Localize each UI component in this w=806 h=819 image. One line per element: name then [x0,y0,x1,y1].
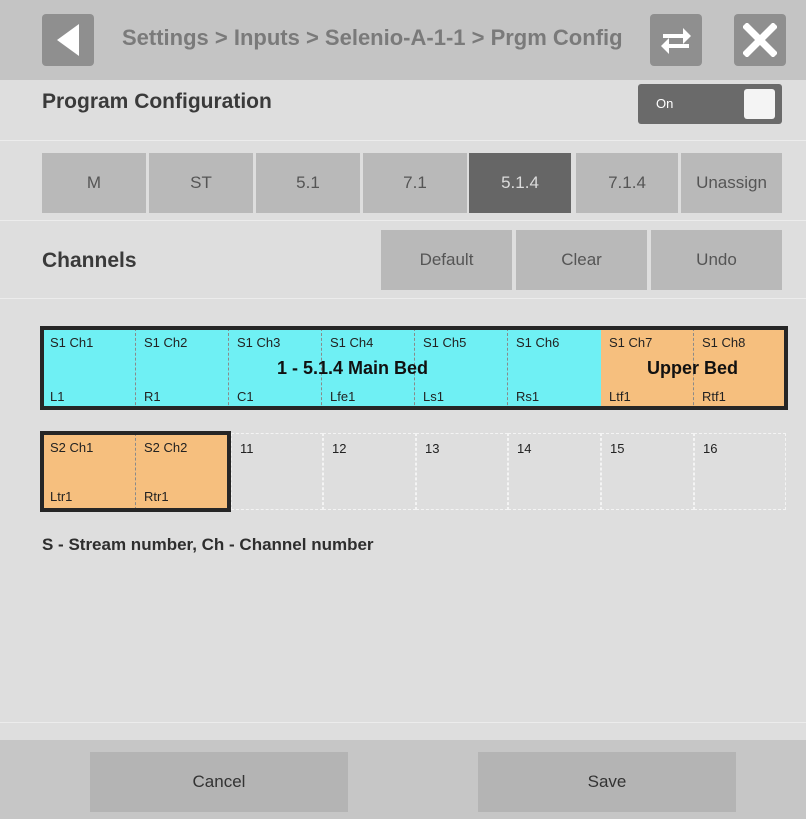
channel-label: R1 [144,389,161,404]
config-button-st[interactable]: ST [149,153,253,213]
cancel-button[interactable]: Cancel [90,752,348,812]
channel-label: Ltr1 [50,489,73,504]
config-button-unassign[interactable]: Unassign [681,153,782,213]
channel-cell-s1-ch2[interactable]: S1 Ch2 R1 [136,328,229,410]
channel-cell-s2-ch2[interactable]: S2 Ch2 Rtr1 [136,433,229,510]
config-button-5-1[interactable]: 5.1 [256,153,360,213]
channel-id: S2 Ch1 [50,440,94,455]
channel-number: 11 [240,441,254,456]
main-bed-label: 1 - 5.1.4 Main Bed [277,358,429,378]
channel-label: Ls1 [423,389,444,404]
divider [0,722,806,723]
toggle-label: On [656,96,674,111]
channel-id: S1 Ch1 [50,335,94,350]
config-button-7-1[interactable]: 7.1 [363,153,467,213]
channel-label: Rtr1 [144,489,169,504]
channel-label: L1 [50,389,65,404]
channel-id: S1 Ch5 [423,335,467,350]
channel-cell-12[interactable]: 12 [323,433,416,510]
channel-label: Lfe1 [330,389,356,404]
divider [0,298,806,299]
swap-button[interactable] [650,14,702,66]
channel-id: S2 Ch2 [144,440,188,455]
channel-cell-14[interactable]: 14 [508,433,601,510]
channel-label: Ltf1 [609,389,631,404]
config-button-7-1-4[interactable]: 7.1.4 [576,153,678,213]
channel-cell-s1-ch5[interactable]: S1 Ch5 Ls1 [415,328,508,410]
channel-cell-s1-ch1[interactable]: S1 Ch1 L1 [42,328,136,410]
channel-number: 12 [332,441,347,456]
divider [0,220,806,221]
channel-cell-11[interactable]: 11 [231,433,323,510]
config-button-m[interactable]: M [42,153,146,213]
channel-cell-s2-ch1[interactable]: S2 Ch1 Ltr1 [42,433,136,510]
config-button-5-1-4[interactable]: 5.1.4 [469,153,571,213]
save-button[interactable]: Save [478,752,736,812]
channel-cell-s1-ch6[interactable]: S1 Ch6 Rs1 [508,328,601,410]
channel-number: 14 [517,441,532,456]
channel-cell-13[interactable]: 13 [416,433,508,510]
channels-title: Channels [42,249,137,272]
toggle-knob [744,89,775,119]
channel-label: Rs1 [516,389,540,404]
channel-id: S1 Ch2 [144,335,188,350]
breadcrumb: Settings > Inputs > Selenio-A-1-1 > Prgm… [122,25,622,50]
close-button[interactable] [734,14,786,66]
clear-button[interactable]: Clear [516,230,647,290]
program-toggle[interactable]: On [638,84,782,124]
close-x-icon [743,23,777,57]
back-arrow-icon [57,24,79,56]
channel-number: 15 [610,441,625,456]
channel-label: Rtf1 [702,389,726,404]
channel-id: S1 Ch6 [516,335,560,350]
channel-number: 13 [425,441,440,456]
default-button[interactable]: Default [381,230,512,290]
channel-cell-16[interactable]: 16 [694,433,786,510]
channel-number: 16 [703,441,718,456]
divider [0,140,806,141]
undo-button[interactable]: Undo [651,230,782,290]
channel-id: S1 Ch4 [330,335,374,350]
upper-bed-label: Upper Bed [647,358,739,378]
channel-id: S1 Ch8 [702,335,746,350]
channel-cell-15[interactable]: 15 [601,433,694,510]
program-configuration-title: Program Configuration [42,90,272,113]
channel-label: C1 [237,389,254,404]
channel-id: S1 Ch3 [237,335,281,350]
swap-arrows-icon [661,28,691,54]
channel-id: S1 Ch7 [609,335,653,350]
legend-note: S - Stream number, Ch - Channel number [42,535,374,554]
back-button[interactable] [42,14,94,66]
